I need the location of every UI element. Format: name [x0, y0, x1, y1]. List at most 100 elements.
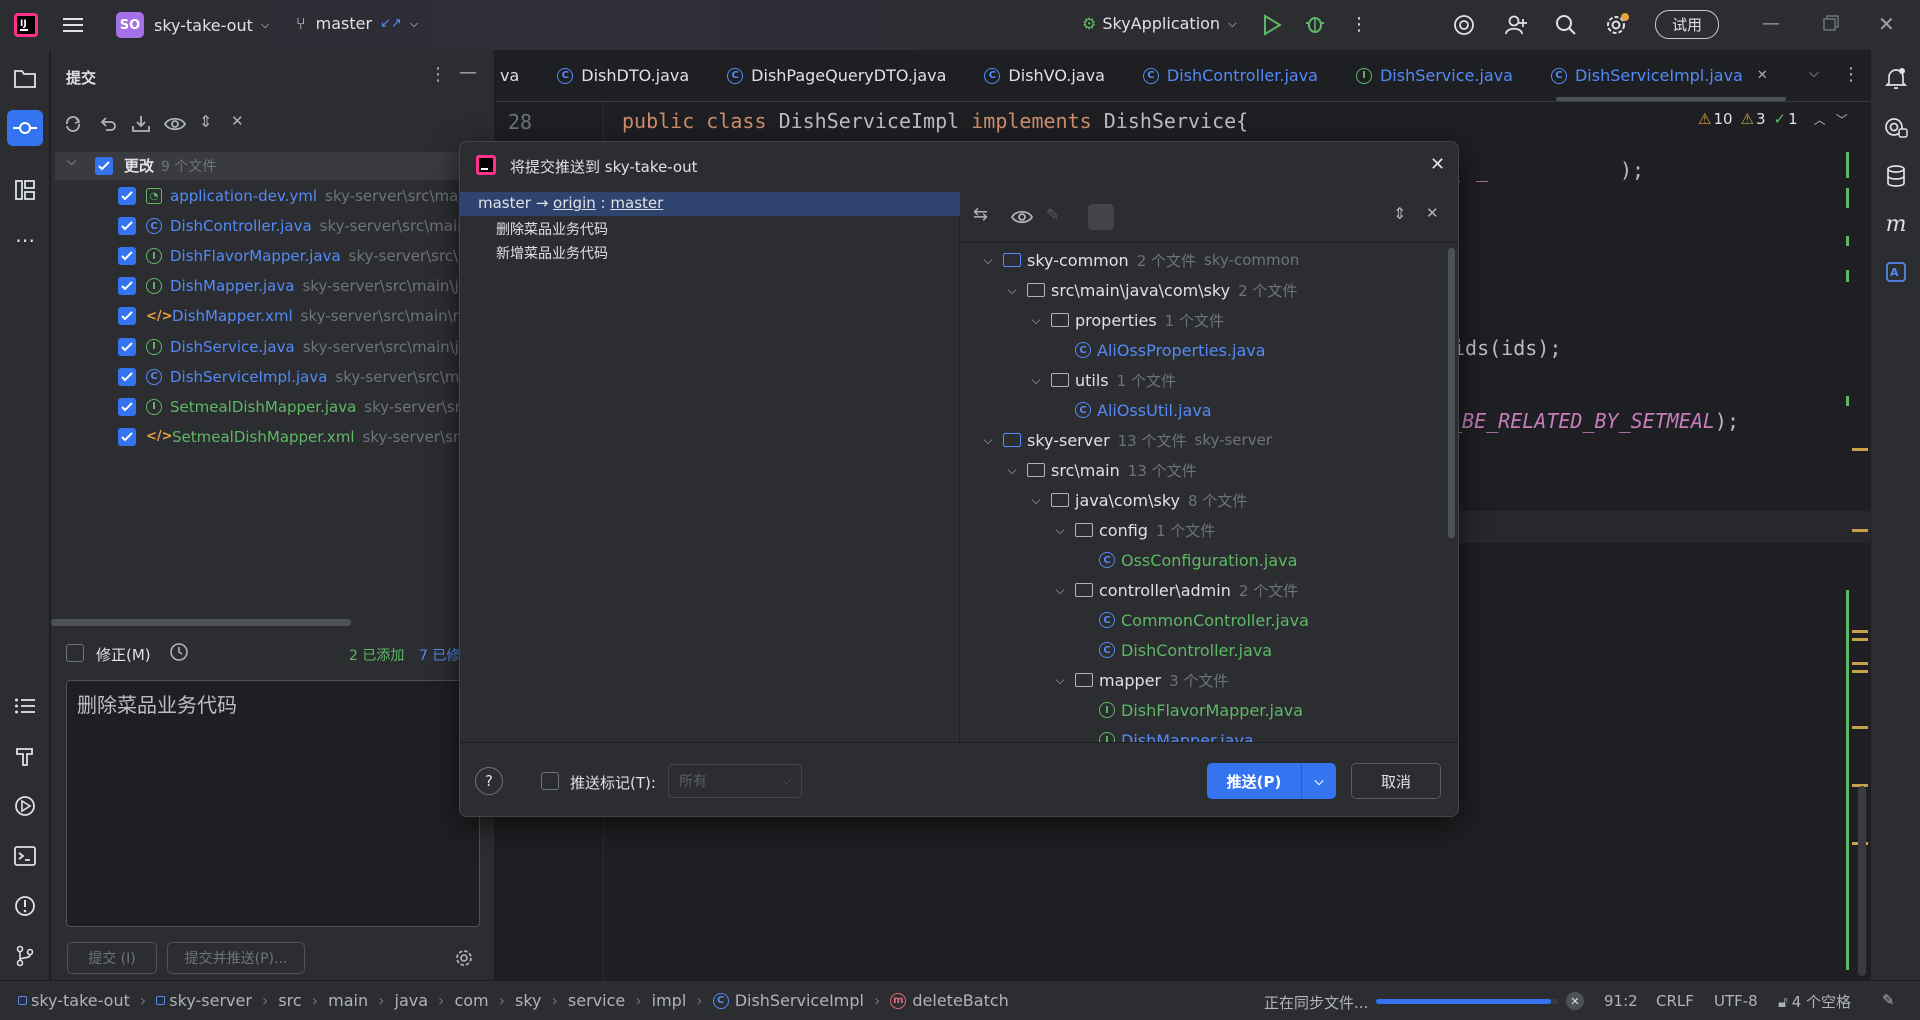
tree-node[interactable]: ⌵ src\main 13 个文件 — [1003, 455, 1196, 485]
restore-window-icon[interactable] — [1822, 14, 1840, 32]
breadcrumb-item[interactable]: sky-take-out — [18, 991, 130, 1010]
editor-tab[interactable]: C DishVO.java — [984, 66, 1105, 85]
history-clock-icon[interactable] — [169, 642, 189, 662]
breadcrumb-item[interactable]: com — [454, 991, 488, 1010]
chevron-down-icon[interactable]: ⌵ — [1003, 283, 1021, 298]
search-icon[interactable] — [1554, 13, 1578, 37]
tree-node[interactable]: ⌵ controller\admin 2 个文件 — [1051, 575, 1298, 605]
tree-node[interactable]: I DishFlavorMapper.java — [1075, 695, 1303, 725]
breadcrumb-item[interactable]: service — [568, 991, 625, 1010]
preview-eye-icon[interactable] — [1011, 208, 1033, 226]
changes-checkbox[interactable] — [95, 157, 113, 175]
expand-all-icon[interactable]: ⇕ — [199, 112, 212, 131]
push-tags-checkbox[interactable] — [541, 772, 559, 790]
tree-node[interactable]: C AliOssProperties.java — [1051, 335, 1266, 365]
file-checkbox[interactable] — [118, 337, 136, 356]
git-branch-icon[interactable] — [11, 942, 39, 970]
warning-stripe[interactable] — [1852, 529, 1868, 532]
commit-item[interactable]: 删除菜品业务代码 — [496, 219, 608, 239]
warning-stripe[interactable] — [1852, 726, 1868, 729]
settings-gear-icon[interactable] — [1604, 12, 1630, 38]
trial-button[interactable]: 试用 — [1655, 10, 1720, 39]
horizontal-scrollbar[interactable] — [51, 619, 351, 626]
editor-tab[interactable]: C DishController.java — [1142, 66, 1318, 85]
tree-node[interactable]: I DishMapper.java — [1075, 725, 1254, 742]
preview-eye-icon[interactable] — [164, 114, 186, 134]
line-separator[interactable]: CRLF — [1656, 992, 1694, 1010]
remote-branch-link[interactable]: master — [610, 194, 663, 212]
inspection-widget[interactable]: ⚠ 10 ⚠ 3 ✓ 1 ︿ ﹀ — [1698, 110, 1848, 128]
indent-setting[interactable]: 🔓︎ 4 个空格 — [1778, 991, 1851, 1012]
editor-tab[interactable]: C DishServiceImpl.java ✕ — [1550, 66, 1768, 85]
tree-node[interactable]: ⌵ mapper 3 个文件 — [1051, 665, 1228, 695]
project-selector[interactable]: SO sky-take-out ⌵ — [116, 12, 269, 38]
help-button[interactable]: ? — [475, 767, 503, 795]
chevron-down-icon[interactable]: ⌵ — [1027, 373, 1045, 388]
warning-stripe[interactable] — [1852, 662, 1868, 665]
problems-icon[interactable] — [11, 892, 39, 920]
tree-node[interactable]: ⌵ src\main\java\com\sky 2 个文件 — [1003, 275, 1297, 305]
file-checkbox[interactable] — [118, 277, 136, 296]
cancel-button[interactable]: 取消 — [1351, 763, 1441, 799]
minimize-window-icon[interactable]: — — [1762, 13, 1780, 34]
structure-icon[interactable] — [11, 176, 39, 204]
todo-list-icon[interactable] — [11, 692, 39, 720]
file-checkbox[interactable] — [118, 397, 136, 416]
chevron-down-icon[interactable]: ⌵ — [1051, 583, 1069, 598]
warning-stripe[interactable] — [1852, 638, 1868, 641]
tree-node[interactable]: ⌵ properties 1 个文件 — [1027, 305, 1224, 335]
chevron-down-icon[interactable]: ⌵ — [979, 433, 997, 448]
shelve-download-icon[interactable] — [131, 114, 151, 134]
services-run-icon[interactable] — [11, 792, 39, 820]
rollback-icon[interactable] — [98, 114, 118, 134]
tab-list-chevron-icon[interactable]: ⌵ — [1809, 66, 1819, 81]
changed-file-row[interactable]: I DishMapper.java sky-server\src\main\ja — [118, 272, 468, 300]
tree-node[interactable]: C AliOssUtil.java — [1051, 395, 1212, 425]
chevron-down-icon[interactable]: ⌵ — [67, 154, 76, 169]
breadcrumb-item[interactable]: sky — [515, 991, 542, 1010]
breadcrumb-item[interactable]: sky-server — [156, 991, 252, 1010]
file-checkbox[interactable] — [118, 217, 136, 236]
warning-stripe[interactable] — [1852, 448, 1868, 451]
file-checkbox[interactable] — [118, 187, 136, 205]
refresh-icon[interactable] — [63, 114, 83, 134]
app-logo-icon[interactable]: IJ — [14, 13, 38, 37]
build-hammer-icon[interactable] — [11, 742, 39, 770]
warning-stripe[interactable] — [1852, 670, 1868, 673]
editor-tab[interactable]: C DishDTO.java — [557, 66, 689, 85]
previous-highlight-icon[interactable]: ︿ — [1814, 111, 1826, 128]
hide-panel-icon[interactable]: — — [459, 62, 477, 83]
tree-scrollbar[interactable] — [1448, 248, 1455, 538]
project-folder-icon[interactable] — [11, 64, 39, 92]
changes-group-row[interactable] — [55, 152, 494, 180]
remote-name-link[interactable]: origin — [553, 194, 596, 212]
add-user-icon[interactable] — [1504, 13, 1528, 37]
changed-file-row[interactable]: I DishService.java sky-server\src\main\jav — [118, 333, 477, 361]
commit-button[interactable]: 提交 (I) — [67, 942, 157, 974]
tab-scrollbar[interactable] — [1556, 97, 1786, 101]
tree-node[interactable]: ⌵ sky-common 2 个文件 sky-common — [979, 245, 1299, 275]
collapse-all-icon[interactable]: ✕ — [231, 112, 244, 130]
push-options-chevron-icon[interactable]: ⌵ — [1302, 774, 1336, 789]
ai-chat-icon[interactable] — [1882, 114, 1910, 142]
breadcrumb-item[interactable]: main — [328, 991, 368, 1010]
maven-icon[interactable]: m — [1882, 210, 1910, 238]
breadcrumb-item[interactable]: src — [278, 991, 301, 1010]
tree-node[interactable]: ⌵ java\com\sky 8 个文件 — [1027, 485, 1247, 515]
editor-tab[interactable]: va — [500, 66, 519, 85]
changed-file-row[interactable]: ◔ application-dev.yml sky-server\src\main — [118, 182, 472, 210]
tree-node[interactable]: C DishController.java — [1075, 635, 1272, 665]
changed-file-row[interactable]: C DishController.java sky-server\src\main\ — [118, 212, 472, 240]
tree-node[interactable]: ⌵ utils 1 个文件 — [1027, 365, 1176, 395]
group-by-icon[interactable] — [1088, 204, 1114, 230]
collapse-all-icon[interactable]: ✕ — [1426, 204, 1439, 222]
changed-file-row[interactable]: </> DishMapper.xml sky-server\src\main\re — [118, 302, 468, 330]
file-checkbox[interactable] — [118, 367, 136, 386]
diff-arrows-icon[interactable]: ⇆ — [973, 204, 988, 225]
changed-file-row[interactable]: I SetmealDishMapper.java sky-server\src\ — [118, 393, 474, 421]
chevron-down-icon[interactable]: ⌵ — [1027, 313, 1045, 328]
panel-options-icon[interactable]: ⋮ — [429, 64, 447, 85]
breadcrumb-item[interactable]: java — [395, 991, 429, 1010]
vertical-scrollbar[interactable] — [1858, 786, 1866, 976]
caret-position[interactable]: 91:2 — [1604, 992, 1638, 1010]
